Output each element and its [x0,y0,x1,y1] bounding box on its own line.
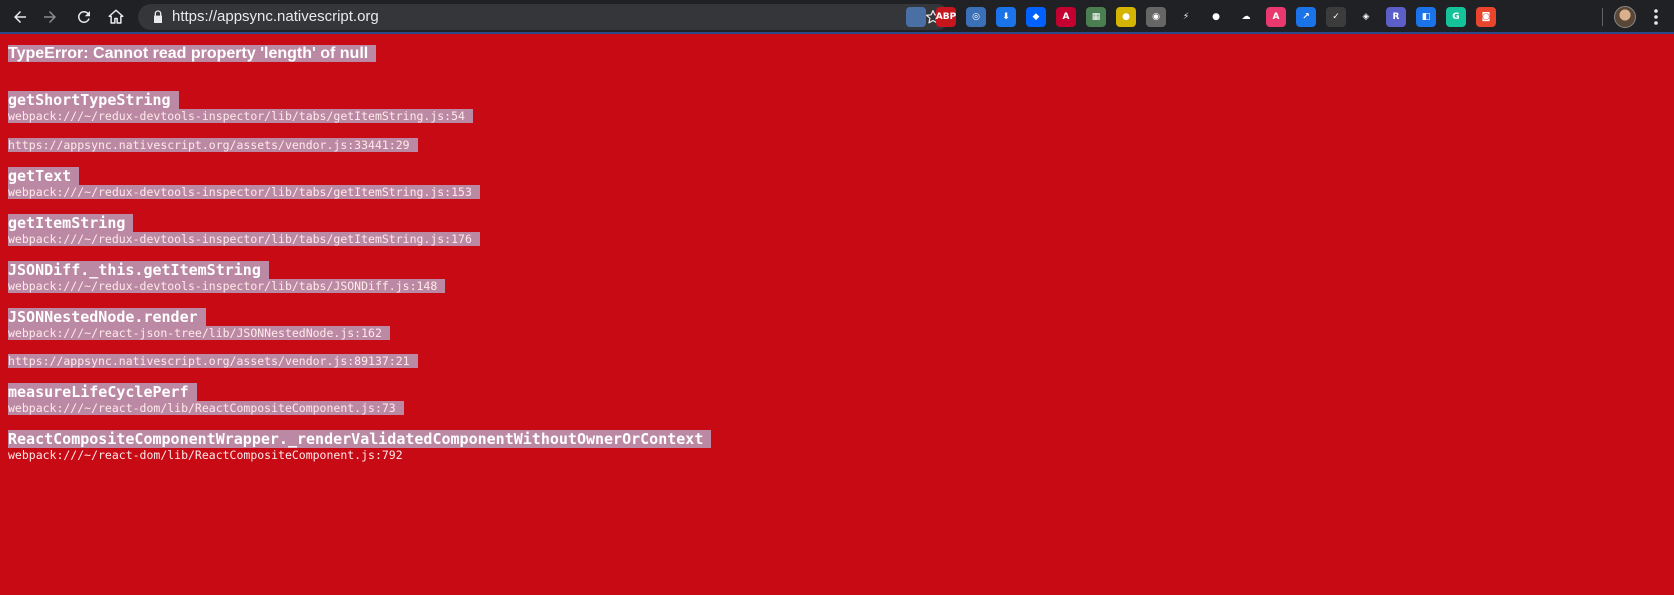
frame-location-text: webpack:///~/react-dom/lib/ReactComposit… [8,448,403,462]
frame-location-text: https://appsync.nativescript.org/assets/… [8,354,418,368]
frame-function-text: JSONNestedNode.render [8,308,206,326]
frame-location: https://appsync.nativescript.org/assets/… [8,354,418,368]
frame-function-name: ReactCompositeComponentWrapper._renderVa… [8,430,712,448]
grammarly-icon[interactable]: G [1446,7,1466,27]
frame-function-name: JSONNestedNode.render [8,308,206,326]
extension-icon-18[interactable]: ◧ [1416,7,1436,27]
frame-location: webpack:///~/redux-devtools-inspector/li… [8,109,473,123]
frame-location: https://appsync.nativescript.org/assets/… [8,138,418,152]
extension-icon-9[interactable]: ◉ [1146,7,1166,27]
record-icon[interactable]: ● [1206,7,1226,27]
frame-function-name: measureLifeCyclePerf [8,383,197,401]
adblock-plus-icon[interactable]: ABP [936,7,956,27]
extension-icon-15[interactable]: ✓ [1326,7,1346,27]
frame-location-text: webpack:///~/redux-devtools-inspector/li… [8,185,480,199]
extension-icon-3[interactable]: ◎ [966,7,986,27]
frame-location-text: webpack:///~/react-json-tree/lib/JSONNes… [8,326,390,340]
frame-function-name: JSONDiff._this.getItemString [8,261,269,279]
frame-location: webpack:///~/redux-devtools-inspector/li… [8,185,480,199]
address-bar[interactable]: https://appsync.nativescript.org [138,4,950,30]
frame-function-text: JSONDiff._this.getItemString [8,261,269,279]
frame-location-text: webpack:///~/redux-devtools-inspector/li… [8,232,480,246]
extension-icon-1[interactable] [906,7,926,27]
extension-icon-17[interactable]: R [1386,7,1406,27]
more-menu-icon[interactable] [1648,7,1664,27]
reload-button[interactable] [72,5,96,29]
extension-icon-8[interactable]: ● [1116,7,1136,27]
extension-icon-16[interactable]: ◈ [1356,7,1376,27]
frame-location-text: webpack:///~/redux-devtools-inspector/li… [8,109,473,123]
forward-button[interactable] [38,5,62,29]
frame-location: webpack:///~/react-dom/lib/ReactComposit… [8,401,404,415]
lock-icon [154,10,162,23]
home-button[interactable] [104,5,128,29]
home-icon [108,9,124,24]
back-button[interactable] [8,5,32,29]
frame-function-text: getItemString [8,214,134,232]
extension-icon-12[interactable]: ☁ [1236,7,1256,27]
dropbox-icon[interactable]: ◆ [1026,7,1046,27]
frame-function-text: getText [8,167,80,185]
extension-icon-14[interactable]: ↗ [1296,7,1316,27]
frame-location-text: https://appsync.nativescript.org/assets/… [8,138,418,152]
toolbar-divider [1602,8,1603,26]
url-text: https://appsync.nativescript.org [172,8,379,25]
frame-location-text: webpack:///~/redux-devtools-inspector/li… [8,279,446,293]
error-title-text: TypeError: Cannot read property 'length'… [8,45,377,62]
arrow-right-icon [44,11,56,23]
browser-toolbar: https://appsync.nativescript.org ABP ◎ ⬇ ◆ A… [0,0,1674,34]
extension-icon-20[interactable]: ◙ [1476,7,1496,27]
frame-function-text: measureLifeCyclePerf [8,383,197,401]
error-title: TypeError: Cannot read property 'length'… [8,44,377,64]
reload-icon [77,10,90,23]
profile-avatar[interactable] [1614,6,1636,28]
download-icon[interactable]: ⬇ [996,7,1016,27]
frame-function-name: getText [8,167,80,185]
angular-icon[interactable]: A [1056,7,1076,27]
frame-location: webpack:///~/react-json-tree/lib/JSONNes… [8,326,390,340]
frame-location-text: webpack:///~/react-dom/lib/ReactComposit… [8,401,404,415]
frame-function-name: getShortTypeString [8,91,179,109]
extension-icon-13[interactable]: A [1266,7,1286,27]
frame-location: webpack:///~/react-dom/lib/ReactComposit… [8,448,403,462]
frame-function-text: ReactCompositeComponentWrapper._renderVa… [8,430,712,448]
arrow-left-icon [14,11,26,23]
frame-location: webpack:///~/redux-devtools-inspector/li… [8,232,480,246]
frame-function-name: getItemString [8,214,134,232]
bolt-icon[interactable]: ⚡ [1176,7,1196,27]
frame-function-text: getShortTypeString [8,91,179,109]
frame-location: webpack:///~/redux-devtools-inspector/li… [8,279,446,293]
extension-icon-7[interactable]: ▦ [1086,7,1106,27]
